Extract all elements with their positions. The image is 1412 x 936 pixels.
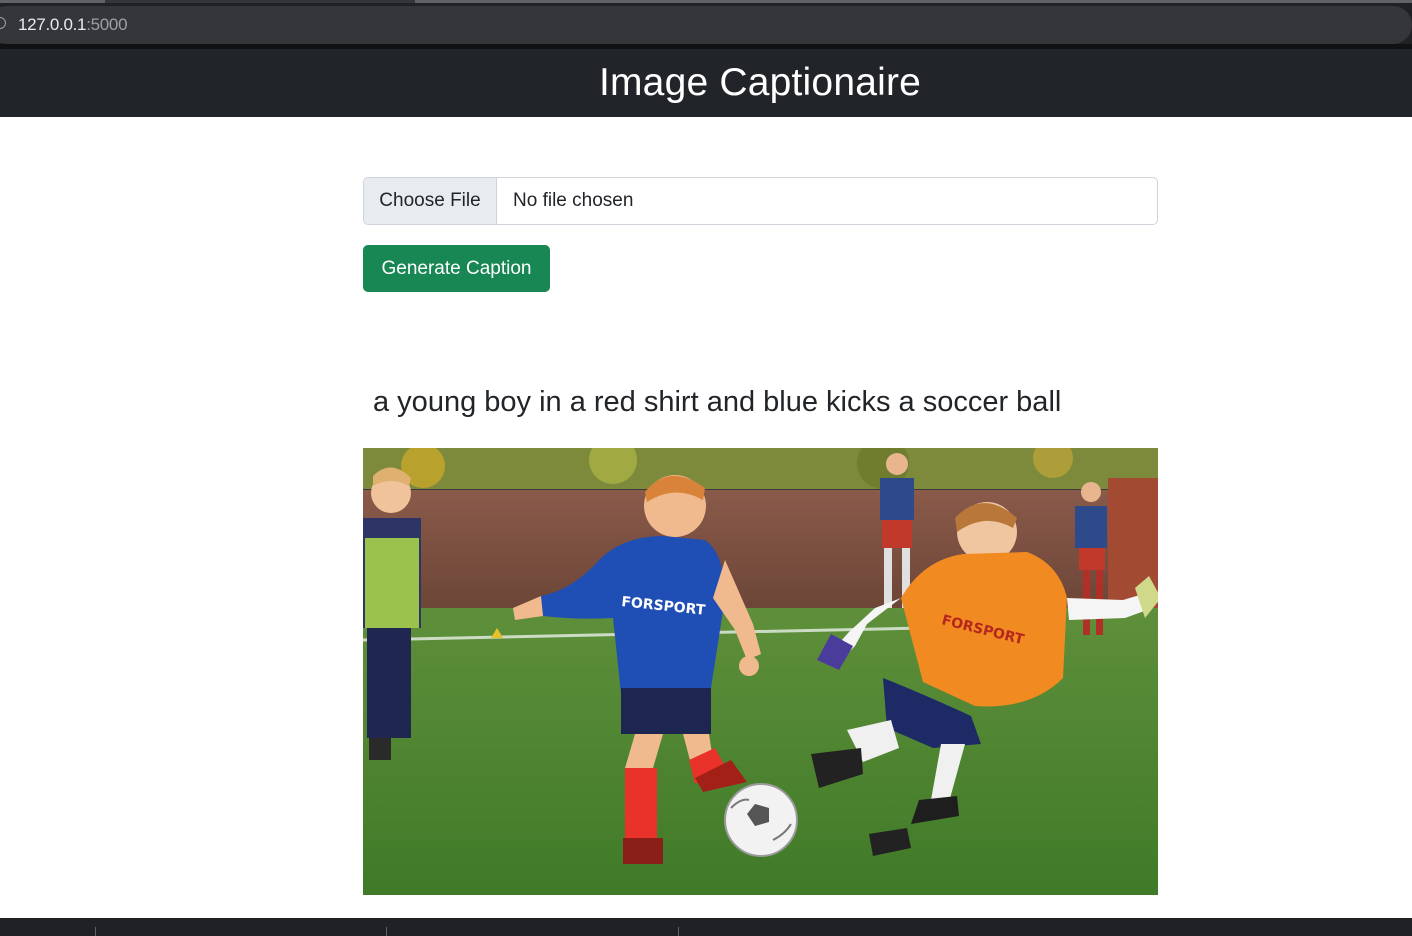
taskbar-divider	[678, 927, 679, 936]
file-input[interactable]: Choose File No file chosen	[363, 177, 1158, 225]
url-host: 127.0.0.1	[18, 15, 87, 34]
browser-tab[interactable]	[415, 0, 1412, 3]
app-navbar: Image Captionaire	[0, 49, 1412, 117]
address-bar-url[interactable]: 127.0.0.1:5000	[18, 15, 128, 35]
uploaded-image: FORSPORT FORSPORT	[363, 448, 1158, 895]
taskbar-divider	[95, 927, 96, 936]
browser-toolbar: 127.0.0.1:5000	[0, 0, 1412, 46]
url-port: :5000	[86, 15, 128, 34]
file-status-text: No file chosen	[513, 190, 634, 211]
choose-file-button[interactable]: Choose File	[364, 178, 497, 224]
generated-caption: a young boy in a red shirt and blue kick…	[373, 385, 1062, 418]
address-bar[interactable]	[0, 6, 1412, 44]
taskbar	[0, 918, 1412, 936]
generate-caption-button[interactable]: Generate Caption	[363, 245, 550, 292]
soccer-ball	[724, 783, 798, 857]
browser-tab[interactable]	[0, 0, 105, 3]
taskbar-divider	[386, 927, 387, 936]
app-title: Image Captionaire	[598, 61, 922, 104]
